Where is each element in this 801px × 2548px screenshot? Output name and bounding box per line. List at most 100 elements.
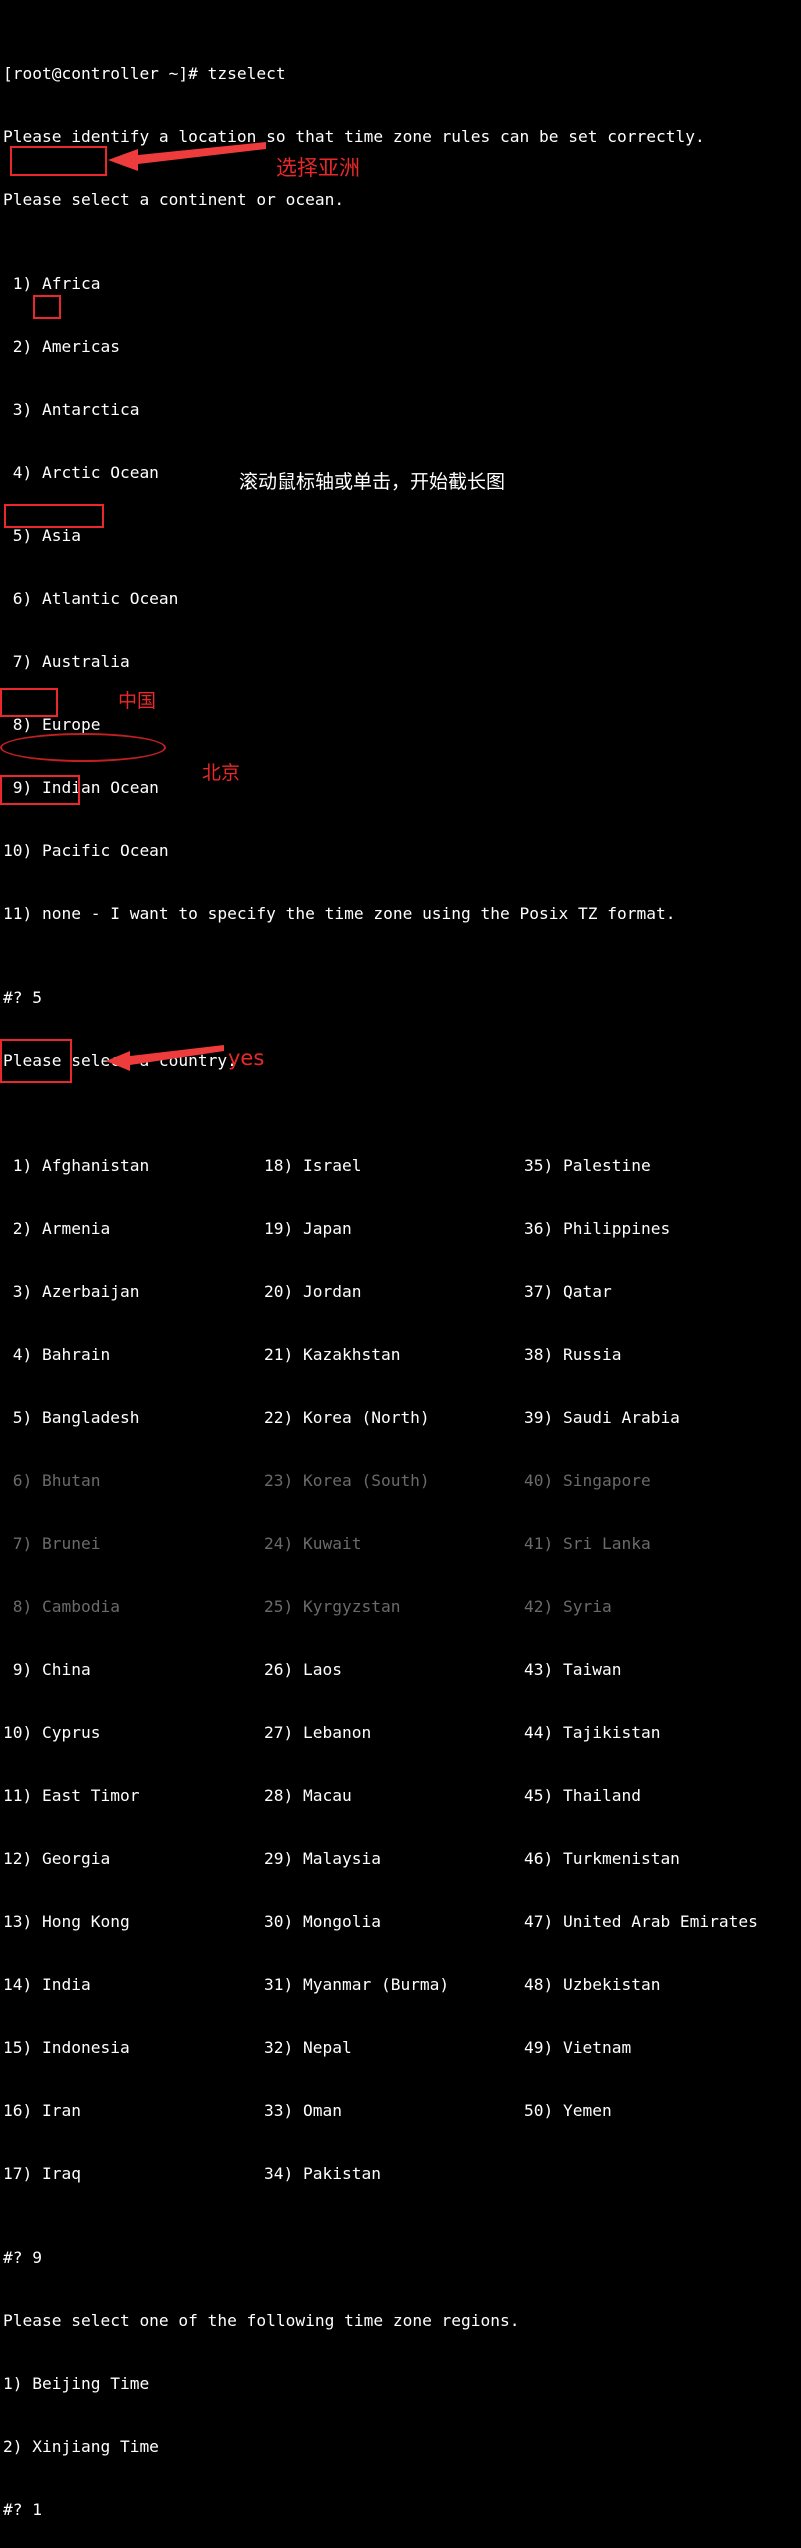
country-option[interactable]: 10) Cyprus xyxy=(3,1722,100,1743)
country-option[interactable]: 8) Cambodia xyxy=(3,1596,120,1617)
country-option[interactable]: 46) Turkmenistan xyxy=(524,1848,680,1869)
country-option[interactable]: 22) Korea (North) xyxy=(264,1407,430,1428)
country-option[interactable]: 38) Russia xyxy=(524,1344,621,1365)
continent-option-label: 2) Americas xyxy=(3,337,120,356)
country-option[interactable]: 17) Iraq xyxy=(3,2163,81,2184)
country-row[interactable]: 16) Iran 33) Oman 50) Yemen xyxy=(0,2100,801,2121)
continent-option[interactable]: 10) Pacific Ocean xyxy=(0,840,801,861)
country-option[interactable]: 6) Bhutan xyxy=(3,1470,101,1491)
country-option[interactable]: 45) Thailand xyxy=(524,1785,641,1806)
country-option[interactable]: 26) Laos xyxy=(264,1659,342,1680)
country-option[interactable]: 25) Kyrgyzstan xyxy=(264,1596,400,1617)
country-option[interactable]: 21) Kazakhstan xyxy=(264,1344,400,1365)
country-option-china[interactable]: 9) China xyxy=(3,1659,91,1680)
country-option[interactable]: 40) Singapore xyxy=(524,1470,651,1491)
region-answer-line[interactable]: #? 1 xyxy=(0,2499,801,2520)
country-option[interactable]: 30) Mongolia xyxy=(264,1911,381,1932)
country-row[interactable]: 4) Bahrain 21) Kazakhstan 38) Russia xyxy=(0,1344,801,1365)
continent-option-label: 7) Australia xyxy=(3,652,130,671)
continent-option-label: 5) Asia xyxy=(3,526,81,545)
continent-option-label: 11) none - I want to specify the time zo… xyxy=(3,904,676,923)
country-option[interactable]: 27) Lebanon xyxy=(264,1722,371,1743)
continent-option-label: 1) Africa xyxy=(3,274,101,293)
country-option[interactable]: 47) United Arab Emirates xyxy=(524,1911,758,1932)
continent-option-label: 10) Pacific Ocean xyxy=(3,841,169,860)
country-row[interactable]: 5) Bangladesh 22) Korea (North) 39) Saudi … xyxy=(0,1407,801,1428)
continent-option-asia[interactable]: 5) Asia xyxy=(0,525,801,546)
terminal-line-prompt: [root@controller ~]# tzselect xyxy=(0,63,801,84)
terminal-line: Please identify a location so that time … xyxy=(0,126,801,147)
country-row-china[interactable]: 9) China 26) Laos 43) Taiwan xyxy=(0,1659,801,1680)
continent-option[interactable]: 1) Africa xyxy=(0,273,801,294)
country-option[interactable]: 28) Macau xyxy=(264,1785,352,1806)
continent-option[interactable]: 9) Indian Ocean xyxy=(0,777,801,798)
country-option[interactable]: 23) Korea (South) xyxy=(264,1470,430,1491)
intro-text-2: Please select a continent or ocean. xyxy=(3,190,345,209)
country-row[interactable]: 2) Armenia 19) Japan 36) Philippines xyxy=(0,1218,801,1239)
shell-prompt-command: [root@controller ~]# tzselect xyxy=(3,64,286,83)
country-option[interactable]: 39) Saudi Arabia xyxy=(524,1407,680,1428)
country-option[interactable]: 31) Myanmar (Burma) xyxy=(264,1974,449,1995)
country-row[interactable]: 8) Cambodia 25) Kyrgyzstan 42) Syria xyxy=(0,1596,801,1617)
continent-option[interactable]: 2) Americas xyxy=(0,336,801,357)
country-option[interactable]: 3) Azerbaijan xyxy=(3,1281,140,1302)
region-option-xinjiang[interactable]: 2) Xinjiang Time xyxy=(0,2436,801,2457)
continent-option-label: 6) Atlantic Ocean xyxy=(3,589,179,608)
country-option[interactable]: 14) India xyxy=(3,1974,91,1995)
continent-option[interactable]: 11) none - I want to specify the time zo… xyxy=(0,903,801,924)
country-option[interactable]: 12) Georgia xyxy=(3,1848,110,1869)
continent-option[interactable]: 8) Europe xyxy=(0,714,801,735)
country-option[interactable]: 5) Bangladesh xyxy=(3,1407,140,1428)
terminal-line: Please select one of the following time … xyxy=(0,2310,801,2331)
country-option[interactable]: 33) Oman xyxy=(264,2100,342,2121)
terminal-output[interactable]: [root@controller ~]# tzselect Please ide… xyxy=(0,0,801,2519)
country-option[interactable]: 49) Vietnam xyxy=(524,2037,631,2058)
continent-option[interactable]: 3) Antarctica xyxy=(0,399,801,420)
country-row[interactable]: 12) Georgia 29) Malaysia 46) Turkmenistan xyxy=(0,1848,801,1869)
country-row[interactable]: 1) Afghanistan 18) Israel 35) Palestine xyxy=(0,1155,801,1176)
continent-option[interactable]: 6) Atlantic Ocean xyxy=(0,588,801,609)
continent-option[interactable]: 7) Australia xyxy=(0,651,801,672)
country-row[interactable]: 7) Brunei 24) Kuwait 41) Sri Lanka xyxy=(0,1533,801,1554)
country-option[interactable]: 42) Syria xyxy=(524,1596,612,1617)
screenshot-tool-overlay[interactable]: 滚动鼠标轴或单击，开始截长图 xyxy=(0,462,801,503)
country-option[interactable]: 44) Tajikistan xyxy=(524,1722,660,1743)
country-option[interactable]: 24) Kuwait xyxy=(264,1533,361,1554)
continent-answer-line[interactable]: #? 5 xyxy=(0,987,801,1008)
country-option[interactable]: 7) Brunei xyxy=(3,1533,101,1554)
country-answer-line[interactable]: #? 9 xyxy=(0,2247,801,2268)
country-option[interactable]: 41) Sri Lanka xyxy=(524,1533,651,1554)
country-option[interactable]: 35) Palestine xyxy=(524,1155,651,1176)
country-option[interactable]: 50) Yemen xyxy=(524,2100,612,2121)
terminal-line: Please select a country. xyxy=(0,1050,801,1071)
country-option[interactable]: 48) Uzbekistan xyxy=(524,1974,660,1995)
country-option[interactable]: 16) Iran xyxy=(3,2100,81,2121)
country-option[interactable]: 13) Hong Kong xyxy=(3,1911,130,1932)
screenshot-tool-tip: 滚动鼠标轴或单击，开始截长图 xyxy=(239,471,506,493)
country-row[interactable]: 17) Iraq 34) Pakistan xyxy=(0,2163,801,2184)
country-option[interactable]: 1) Afghanistan xyxy=(3,1155,149,1176)
country-option[interactable]: 15) Indonesia xyxy=(3,2037,130,2058)
country-row[interactable]: 3) Azerbaijan 20) Jordan 37) Qatar xyxy=(0,1281,801,1302)
region-answer-text: #? 1 xyxy=(3,2500,42,2519)
country-row[interactable]: 13) Hong Kong 30) Mongolia 47) United Arab… xyxy=(0,1911,801,1932)
country-row[interactable]: 6) Bhutan 23) Korea (South) 40) Singapore xyxy=(0,1470,801,1491)
region-option-beijing[interactable]: 1) Beijing Time xyxy=(0,2373,801,2394)
country-prompt-text: Please select a country. xyxy=(3,1051,237,1070)
country-row[interactable]: 10) Cyprus 27) Lebanon 44) Tajikistan xyxy=(0,1722,801,1743)
country-option[interactable]: 32) Nepal xyxy=(264,2037,352,2058)
country-row[interactable]: 15) Indonesia 32) Nepal 49) Vietnam xyxy=(0,2037,801,2058)
country-option[interactable]: 18) Israel xyxy=(264,1155,361,1176)
country-row[interactable]: 14) India 31) Myanmar (Burma) 48) Uzbekist… xyxy=(0,1974,801,1995)
country-option[interactable]: 2) Armenia xyxy=(3,1218,110,1239)
country-option[interactable]: 43) Taiwan xyxy=(524,1659,621,1680)
country-option[interactable]: 20) Jordan xyxy=(264,1281,361,1302)
country-row[interactable]: 11) East Timor 28) Macau 45) Thailand xyxy=(0,1785,801,1806)
country-option[interactable]: 36) Philippines xyxy=(524,1218,670,1239)
country-option[interactable]: 11) East Timor xyxy=(3,1785,139,1806)
country-option[interactable]: 4) Bahrain xyxy=(3,1344,110,1365)
country-option[interactable]: 19) Japan xyxy=(264,1218,352,1239)
country-option[interactable]: 34) Pakistan xyxy=(264,2163,381,2184)
country-option[interactable]: 37) Qatar xyxy=(524,1281,612,1302)
country-option[interactable]: 29) Malaysia xyxy=(264,1848,381,1869)
